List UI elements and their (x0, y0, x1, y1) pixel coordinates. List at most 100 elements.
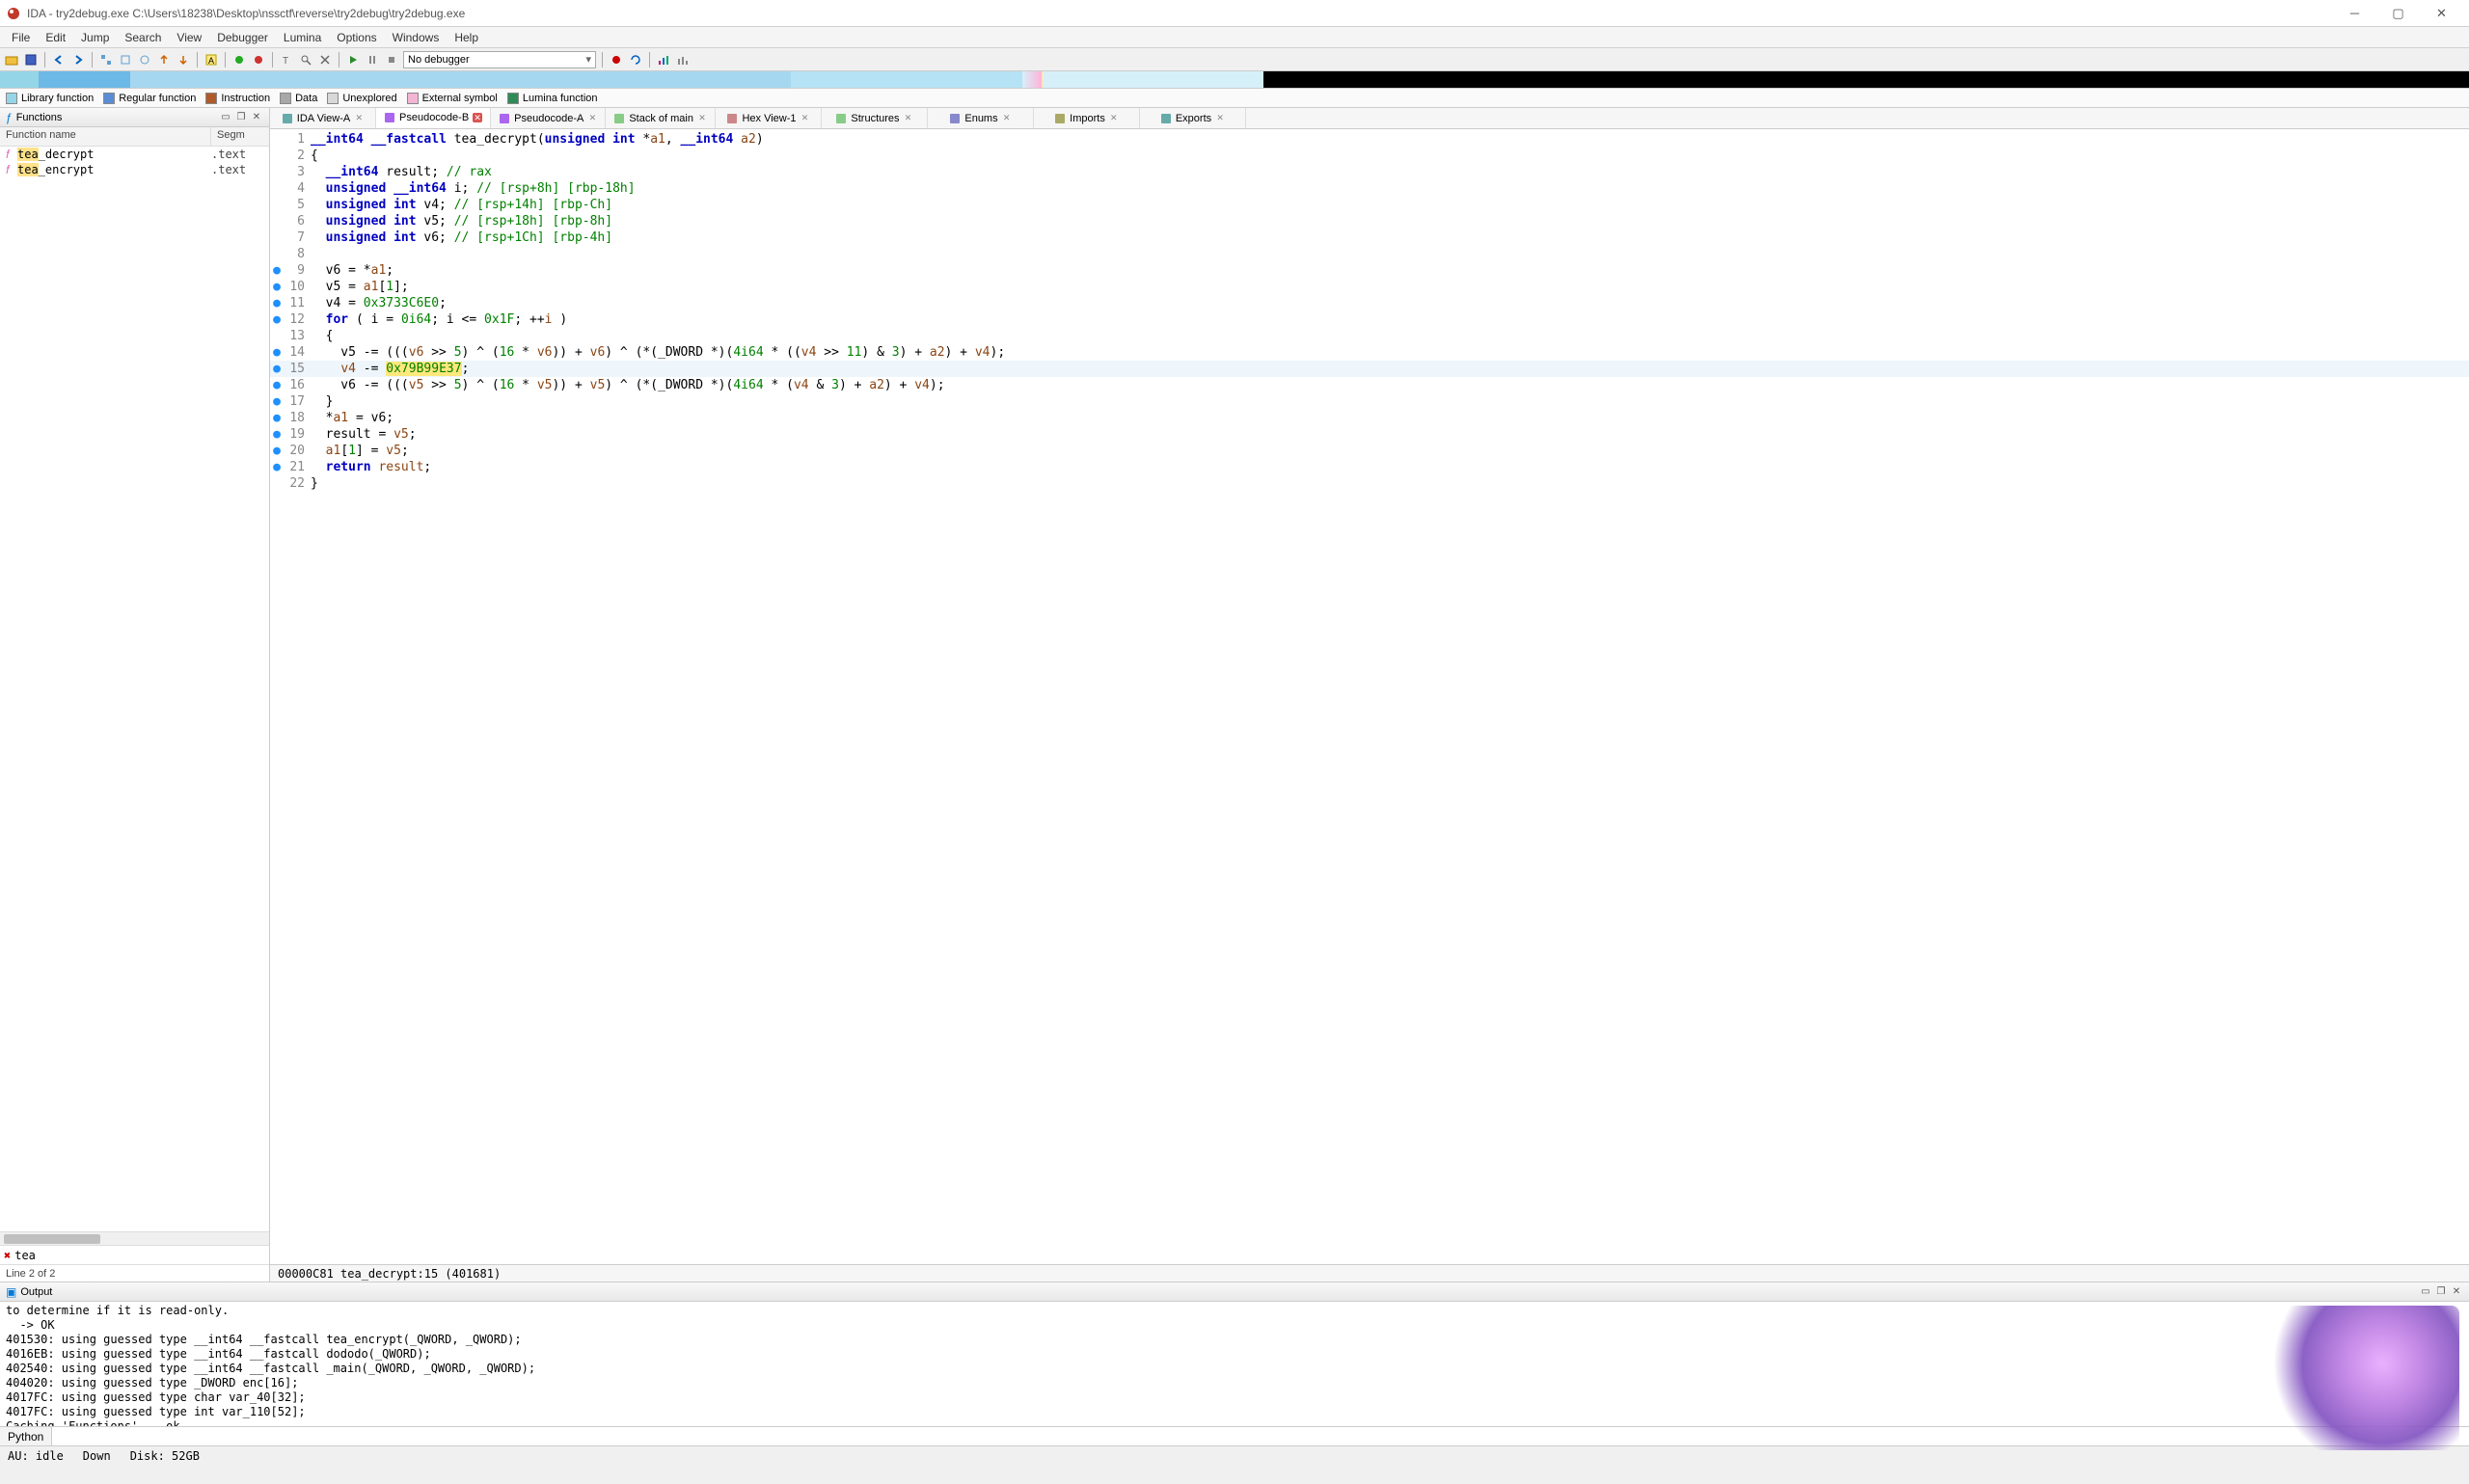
menu-edit[interactable]: Edit (38, 29, 73, 46)
debugger-select[interactable]: No debugger ▾ (403, 51, 596, 68)
code-line[interactable]: ●16 v6 -= (((v5 >> 5) ^ (16 * v5)) + v5)… (270, 377, 2469, 393)
tab-pseudocode-b[interactable]: Pseudocode-B✕ (376, 108, 491, 129)
code-line[interactable]: 2{ (270, 148, 2469, 164)
functions-hscroll[interactable] (0, 1231, 269, 1245)
chart2-icon[interactable] (675, 52, 691, 67)
pause-icon[interactable] (365, 52, 380, 67)
tab-close-icon[interactable]: ✕ (904, 114, 913, 123)
code-line[interactable]: ●11 v4 = 0x3733C6E0; (270, 295, 2469, 311)
tab-hex-view-1[interactable]: Hex View-1✕ (716, 108, 822, 128)
breakpoint-gutter[interactable]: ● (270, 361, 284, 377)
tab-exports[interactable]: Exports✕ (1140, 108, 1246, 128)
code-line[interactable]: 7 unsigned int v6; // [rsp+1Ch] [rbp-4h] (270, 229, 2469, 246)
tab-structures[interactable]: Structures✕ (822, 108, 928, 128)
back-icon[interactable] (51, 52, 67, 67)
code-line[interactable]: ●12 for ( i = 0i64; i <= 0x1F; ++i ) (270, 311, 2469, 328)
breakpoint-gutter[interactable]: ● (270, 426, 284, 443)
menu-debugger[interactable]: Debugger (209, 29, 276, 46)
breakpoint-gutter[interactable] (270, 180, 284, 197)
play-icon[interactable] (345, 52, 361, 67)
function-row[interactable]: 𝑓tea_encrypt.text (0, 162, 269, 177)
function-row[interactable]: 𝑓tea_decrypt.text (0, 147, 269, 162)
menu-file[interactable]: File (4, 29, 38, 46)
panel-window-icon[interactable]: ▭ (2419, 1285, 2432, 1299)
panel-restore-icon[interactable]: ❐ (234, 111, 248, 124)
minimize-button[interactable]: ─ (2333, 0, 2376, 27)
search-icon[interactable] (298, 52, 313, 67)
tab-close-icon[interactable]: ✕ (354, 114, 364, 123)
tab-close-icon[interactable]: ✕ (1215, 114, 1225, 123)
output-command-input[interactable] (52, 1427, 2469, 1445)
panel-close-icon[interactable]: ✕ (250, 111, 263, 124)
clear-filter-icon[interactable]: ✖ (4, 1249, 11, 1262)
breakpoint-gutter[interactable]: ● (270, 295, 284, 311)
output-lang[interactable]: Python (0, 1427, 52, 1445)
functions-list[interactable]: 𝑓tea_decrypt.text𝑓tea_encrypt.text (0, 147, 269, 1231)
breakpoint-gutter[interactable]: ● (270, 443, 284, 459)
tab-ida-view-a[interactable]: IDA View-A✕ (270, 108, 376, 128)
menu-view[interactable]: View (169, 29, 209, 46)
breakpoint-gutter[interactable] (270, 246, 284, 262)
panel-close-icon[interactable]: ✕ (2450, 1285, 2463, 1299)
code-line[interactable]: 22} (270, 475, 2469, 492)
highlight-icon[interactable]: A (203, 52, 219, 67)
code-line[interactable]: 4 unsigned __int64 i; // [rsp+8h] [rbp-1… (270, 180, 2469, 197)
menu-jump[interactable]: Jump (73, 29, 117, 46)
tab-imports[interactable]: Imports✕ (1034, 108, 1140, 128)
refresh-icon[interactable] (628, 52, 643, 67)
tool1-icon[interactable] (98, 52, 114, 67)
breakpoint-gutter[interactable]: ● (270, 393, 284, 410)
code-line[interactable]: ●18 *a1 = v6; (270, 410, 2469, 426)
tab-enums[interactable]: Enums✕ (928, 108, 1034, 128)
functions-filter[interactable]: ✖ tea (0, 1245, 269, 1264)
arrow-up-icon[interactable] (156, 52, 172, 67)
breakpoint-gutter[interactable]: ● (270, 311, 284, 328)
code-line[interactable]: ●14 v5 -= (((v6 >> 5) ^ (16 * v6)) + v6)… (270, 344, 2469, 361)
breakpoint-gutter[interactable]: ● (270, 410, 284, 426)
open-icon[interactable] (4, 52, 19, 67)
code-line[interactable]: ●15 v4 -= 0x79B99E37; (270, 361, 2469, 377)
breakpoint-gutter[interactable] (270, 197, 284, 213)
menu-windows[interactable]: Windows (385, 29, 448, 46)
text-icon[interactable]: T (279, 52, 294, 67)
code-line[interactable]: ●21 return result; (270, 459, 2469, 475)
stop-icon[interactable] (384, 52, 399, 67)
cross-icon[interactable] (317, 52, 333, 67)
close-button[interactable]: ✕ (2420, 0, 2463, 27)
code-line[interactable]: ●10 v5 = a1[1]; (270, 279, 2469, 295)
code-line[interactable]: ●19 result = v5; (270, 426, 2469, 443)
forward-icon[interactable] (70, 52, 86, 67)
navigation-bar[interactable] (0, 71, 2469, 89)
menu-search[interactable]: Search (117, 29, 169, 46)
breakpoint-gutter[interactable] (270, 475, 284, 492)
code-line[interactable]: 8 (270, 246, 2469, 262)
tab-close-icon[interactable]: ✕ (1002, 114, 1012, 123)
dot-red-icon[interactable] (251, 52, 266, 67)
tool3-icon[interactable] (137, 52, 152, 67)
code-line[interactable]: ●17 } (270, 393, 2469, 410)
col-function-name[interactable]: Function name (0, 127, 211, 146)
menu-help[interactable]: Help (447, 29, 486, 46)
breakpoint-gutter[interactable] (270, 131, 284, 148)
save-icon[interactable] (23, 52, 39, 67)
chart1-icon[interactable] (656, 52, 671, 67)
tab-close-icon[interactable]: ✕ (587, 114, 597, 123)
panel-window-icon[interactable]: ▭ (219, 111, 232, 124)
breakpoint-gutter[interactable]: ● (270, 262, 284, 279)
tab-stack-of-main[interactable]: Stack of main✕ (606, 108, 716, 128)
col-segment[interactable]: Segm (211, 127, 269, 146)
code-line[interactable]: 5 unsigned int v4; // [rsp+14h] [rbp-Ch] (270, 197, 2469, 213)
code-line[interactable]: ●9 v6 = *a1; (270, 262, 2469, 279)
breakpoint-gutter[interactable] (270, 229, 284, 246)
breakpoint-gutter[interactable] (270, 328, 284, 344)
tab-close-icon[interactable]: ✕ (473, 113, 482, 122)
breakpoint-gutter[interactable]: ● (270, 459, 284, 475)
code-line[interactable]: 1__int64 __fastcall tea_decrypt(unsigned… (270, 131, 2469, 148)
output-text[interactable]: to determine if it is read-only. -> OK 4… (0, 1302, 2469, 1426)
code-line[interactable]: 13 { (270, 328, 2469, 344)
breakpoint-gutter[interactable]: ● (270, 344, 284, 361)
arrow-down-icon[interactable] (176, 52, 191, 67)
dot-green-icon[interactable] (231, 52, 247, 67)
breakpoint-gutter[interactable] (270, 164, 284, 180)
pseudocode-view[interactable]: 1__int64 __fastcall tea_decrypt(unsigned… (270, 129, 2469, 1264)
